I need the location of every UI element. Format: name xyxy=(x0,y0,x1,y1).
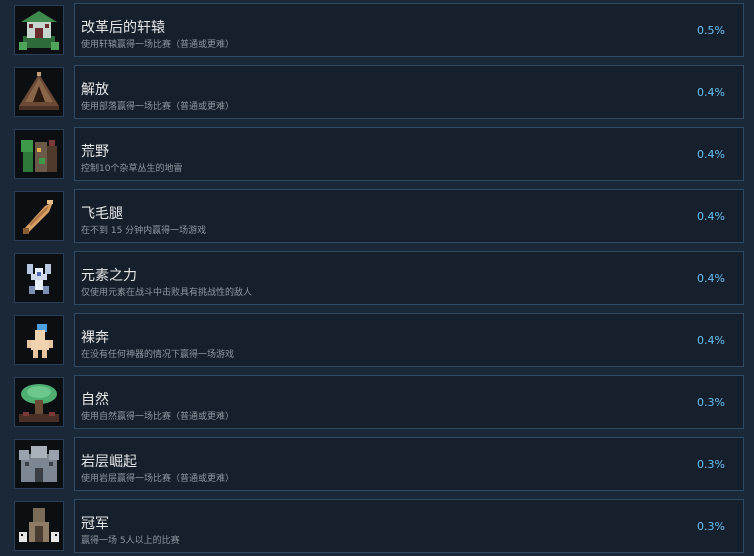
achievement-card: 自然 使用自然赢得一场比赛（普通或更难） 0.3% xyxy=(74,375,744,429)
achievement-percent: 0.3% xyxy=(697,396,725,409)
elemental-icon xyxy=(15,254,63,302)
achievement-description: 使用自然赢得一场比赛（普通或更难） xyxy=(81,412,235,422)
achievement-title: 荒野 xyxy=(81,144,109,160)
achievement-card: 荒野 控制10个杂草丛生的地雷 0.4% xyxy=(74,127,744,181)
achievement-description: 赢得一场 5人以上的比赛 xyxy=(81,536,180,546)
achievement-title: 解放 xyxy=(81,82,109,98)
achievement-title: 自然 xyxy=(81,392,109,408)
achievement-description: 仅使用元素在战斗中击败具有挑战性的敌人 xyxy=(81,288,253,298)
achievement-row[interactable]: 自然 使用自然赢得一场比赛（普通或更难） 0.3% xyxy=(12,375,744,429)
achievement-title: 冠军 xyxy=(81,516,109,532)
achievement-percent: 0.4% xyxy=(697,148,725,161)
achievement-card: 岩层崛起 使用岩层赢得一场比赛（普通或更难） 0.3% xyxy=(74,437,744,491)
achievement-icon xyxy=(14,377,64,427)
achievement-card: 解放 使用部落赢得一场比赛（普通或更难） 0.4% xyxy=(74,65,744,119)
achievement-icon xyxy=(14,67,64,117)
achievement-title: 元素之力 xyxy=(81,268,137,284)
achievement-icon xyxy=(14,253,64,303)
fortress-icon xyxy=(15,440,63,488)
achievement-icon xyxy=(14,439,64,489)
achievement-list: 改革后的轩辕 使用轩辕赢得一场比赛（普通或更难） 0.5% 解放 使用部落赢得一… xyxy=(0,0,754,556)
achievement-row[interactable]: 解放 使用部落赢得一场比赛（普通或更难） 0.4% xyxy=(12,65,744,119)
achievement-description: 在没有任何神器的情况下赢得一场游戏 xyxy=(81,350,235,360)
achievement-card: 冠军 赢得一场 5人以上的比赛 0.3% xyxy=(74,499,744,553)
achievement-percent: 0.4% xyxy=(697,334,725,347)
achievement-icon xyxy=(14,129,64,179)
temple-icon xyxy=(15,6,63,54)
achievement-row[interactable]: 冠军 赢得一场 5人以上的比赛 0.3% xyxy=(12,499,744,553)
achievement-icon xyxy=(14,5,64,55)
overgrown-mine-icon xyxy=(15,130,63,178)
achievement-card: 飞毛腿 在不到 15 分钟内赢得一场游戏 0.4% xyxy=(74,189,744,243)
achievement-row[interactable]: 飞毛腿 在不到 15 分钟内赢得一场游戏 0.4% xyxy=(12,189,744,243)
naked-hero-icon xyxy=(15,316,63,364)
achievement-description: 使用轩辕赢得一场比赛（普通或更难） xyxy=(81,40,235,50)
achievement-title: 改革后的轩辕 xyxy=(81,20,165,36)
achievement-percent: 0.3% xyxy=(697,520,725,533)
achievement-icon xyxy=(14,501,64,551)
achievement-description: 使用岩层赢得一场比赛（普通或更难） xyxy=(81,474,235,484)
tent-icon xyxy=(15,68,63,116)
champion-icon xyxy=(15,502,63,550)
achievement-percent: 0.4% xyxy=(697,210,725,223)
achievement-card: 改革后的轩辕 使用轩辕赢得一场比赛（普通或更难） 0.5% xyxy=(74,3,744,57)
horn-icon xyxy=(15,192,63,240)
achievement-row[interactable]: 元素之力 仅使用元素在战斗中击败具有挑战性的敌人 0.4% xyxy=(12,251,744,305)
achievement-row[interactable]: 荒野 控制10个杂草丛生的地雷 0.4% xyxy=(12,127,744,181)
achievement-title: 飞毛腿 xyxy=(81,206,123,222)
achievement-icon xyxy=(14,191,64,241)
achievement-description: 控制10个杂草丛生的地雷 xyxy=(81,164,183,174)
achievement-row[interactable]: 改革后的轩辕 使用轩辕赢得一场比赛（普通或更难） 0.5% xyxy=(12,3,744,57)
achievement-description: 在不到 15 分钟内赢得一场游戏 xyxy=(81,226,207,236)
tree-icon xyxy=(15,378,63,426)
achievement-percent: 0.4% xyxy=(697,272,725,285)
achievement-card: 元素之力 仅使用元素在战斗中击败具有挑战性的敌人 0.4% xyxy=(74,251,744,305)
achievement-title: 裸奔 xyxy=(81,330,109,346)
achievement-title: 岩层崛起 xyxy=(81,454,137,470)
achievement-row[interactable]: 岩层崛起 使用岩层赢得一场比赛（普通或更难） 0.3% xyxy=(12,437,744,491)
achievement-card: 裸奔 在没有任何神器的情况下赢得一场游戏 0.4% xyxy=(74,313,744,367)
achievement-percent: 0.5% xyxy=(697,24,725,37)
achievement-row[interactable]: 裸奔 在没有任何神器的情况下赢得一场游戏 0.4% xyxy=(12,313,744,367)
achievement-icon xyxy=(14,315,64,365)
achievement-percent: 0.3% xyxy=(697,458,725,471)
achievement-percent: 0.4% xyxy=(697,86,725,99)
achievement-description: 使用部落赢得一场比赛（普通或更难） xyxy=(81,102,235,112)
